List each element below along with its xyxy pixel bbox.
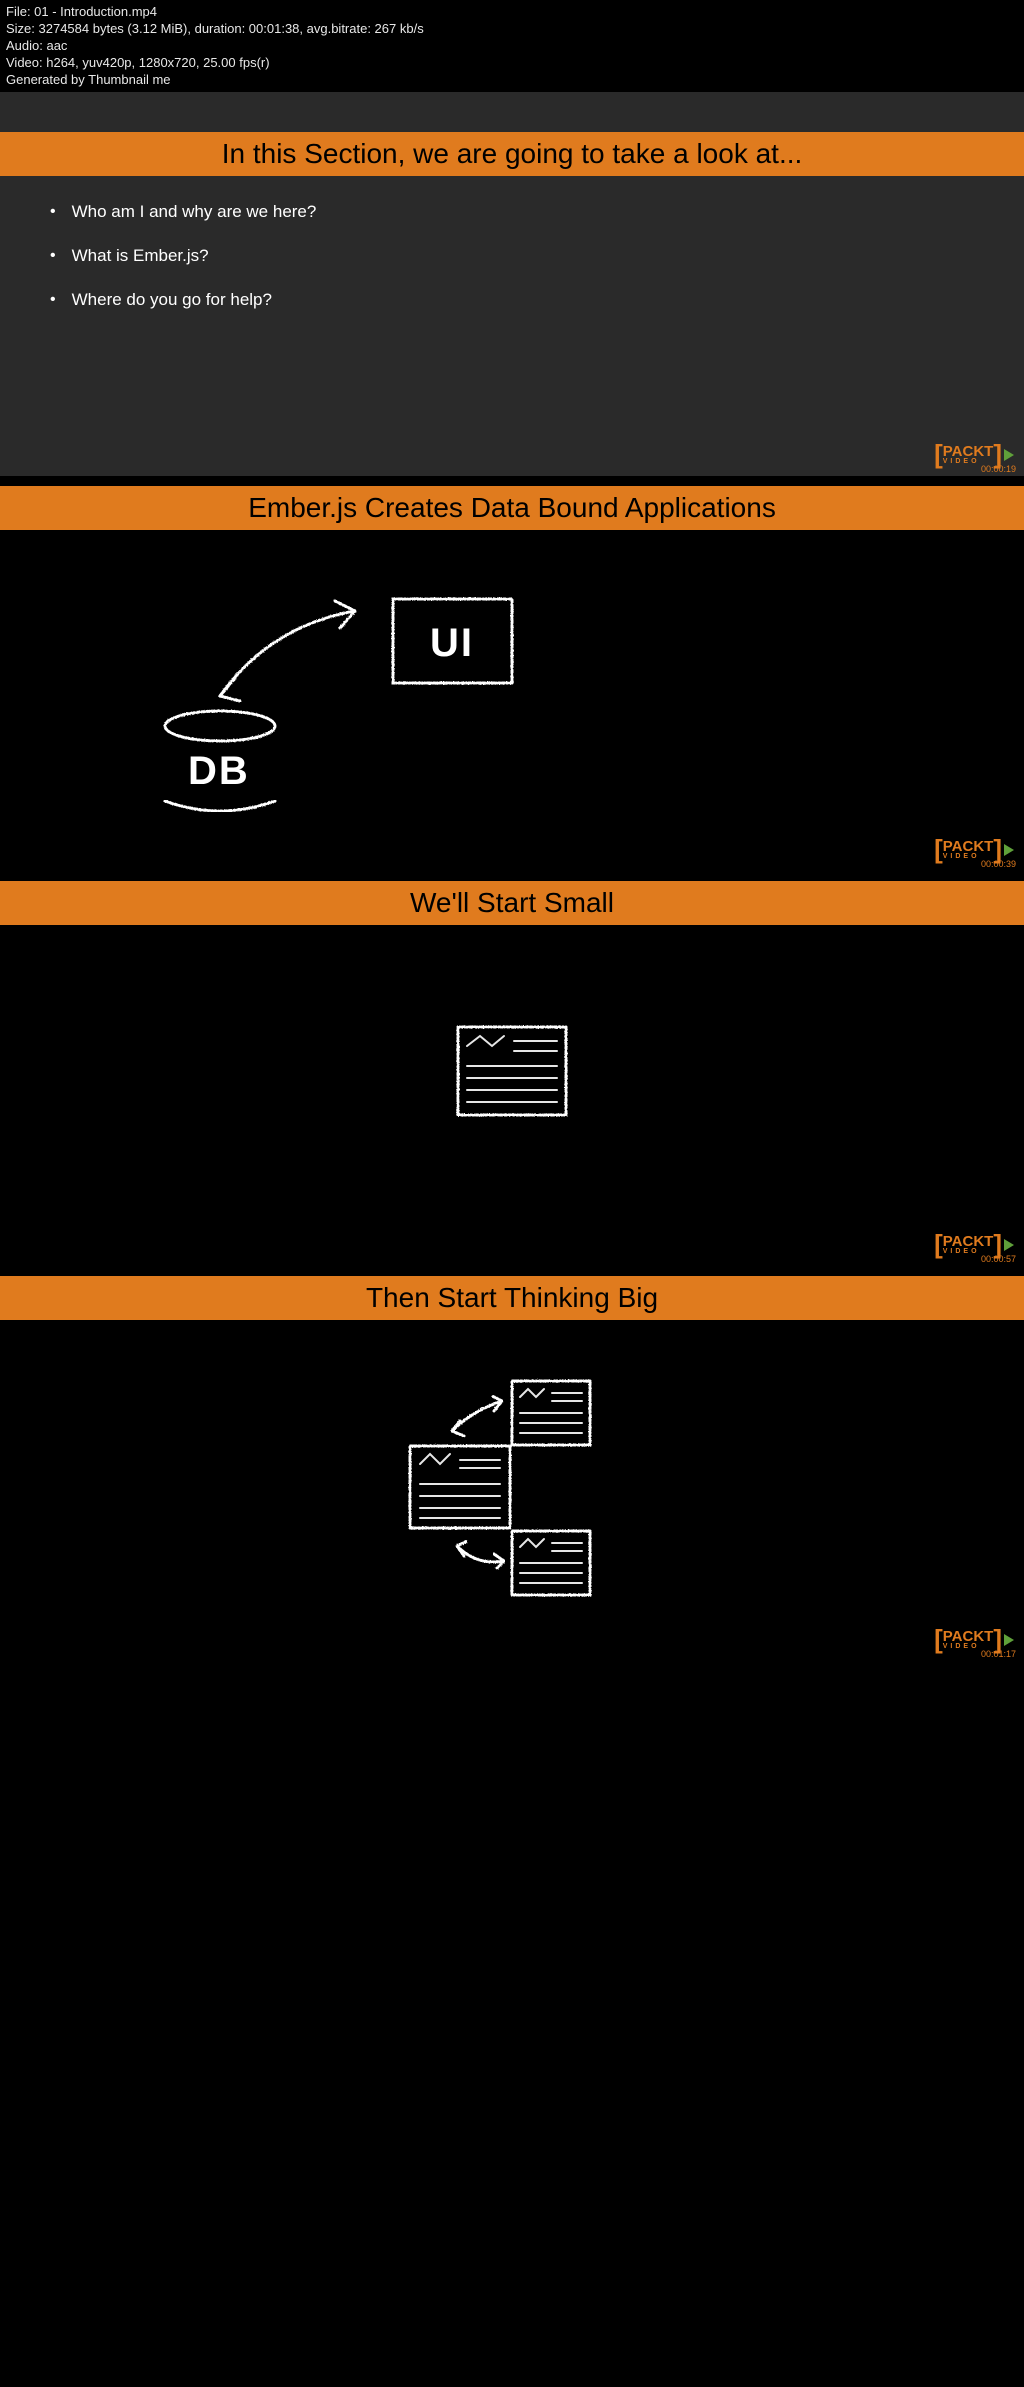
play-icon	[1004, 449, 1014, 461]
frame-timestamp: 00:01:17	[981, 1649, 1016, 1659]
meta-file: File: 01 - Introduction.mp4	[6, 4, 1018, 21]
bullet-item: Where do you go for help?	[50, 290, 316, 310]
play-icon	[1004, 1634, 1014, 1646]
frame-timestamp: 00:00:57	[981, 1254, 1016, 1264]
database-icon: DB	[155, 706, 285, 841]
file-metadata: File: 01 - Introduction.mp4 Size: 327458…	[0, 0, 1024, 92]
brand-name: PACKT	[943, 1630, 994, 1644]
bullet-list: Who am I and why are we here? What is Em…	[50, 202, 316, 334]
play-icon	[1004, 1239, 1014, 1251]
bidirectional-arrow-icon	[200, 586, 380, 721]
meta-video: Video: h264, yuv420p, 1280x720, 25.00 fp…	[6, 55, 1018, 72]
frame-timestamp: 00:00:39	[981, 859, 1016, 869]
meta-generated: Generated by Thumbnail me	[6, 72, 1018, 89]
thumbnail-frame-3: We'll Start Small [ PACKT VIDEO ] 00:00:…	[0, 871, 1024, 1266]
ui-box-icon: UI	[385, 591, 520, 696]
thumbnail-frame-1: In this Section, we are going to take a …	[0, 92, 1024, 476]
play-icon	[1004, 844, 1014, 856]
slide-title: Then Start Thinking Big	[0, 1276, 1024, 1320]
brand-name: PACKT	[943, 445, 994, 459]
slide-title: We'll Start Small	[0, 881, 1024, 925]
thumbnail-frame-4: Then Start Thinking Big	[0, 1266, 1024, 1661]
meta-size: Size: 3274584 bytes (3.12 MiB), duration…	[6, 21, 1018, 38]
bullet-item: What is Ember.js?	[50, 246, 316, 266]
slide-title: In this Section, we are going to take a …	[0, 132, 1024, 176]
meta-audio: Audio: aac	[6, 38, 1018, 55]
svg-text:DB: DB	[188, 749, 250, 793]
multiple-documents-icon	[392, 1371, 632, 1631]
thumbnail-frame-2: Ember.js Creates Data Bound Applications…	[0, 476, 1024, 871]
brand-name: PACKT	[943, 1235, 994, 1249]
document-icon	[452, 1021, 572, 1126]
frame-timestamp: 00:00:19	[981, 464, 1016, 474]
brand-name: PACKT	[943, 840, 994, 854]
slide-title: Ember.js Creates Data Bound Applications	[0, 486, 1024, 530]
bullet-item: Who am I and why are we here?	[50, 202, 316, 222]
svg-text:UI: UI	[430, 621, 474, 665]
